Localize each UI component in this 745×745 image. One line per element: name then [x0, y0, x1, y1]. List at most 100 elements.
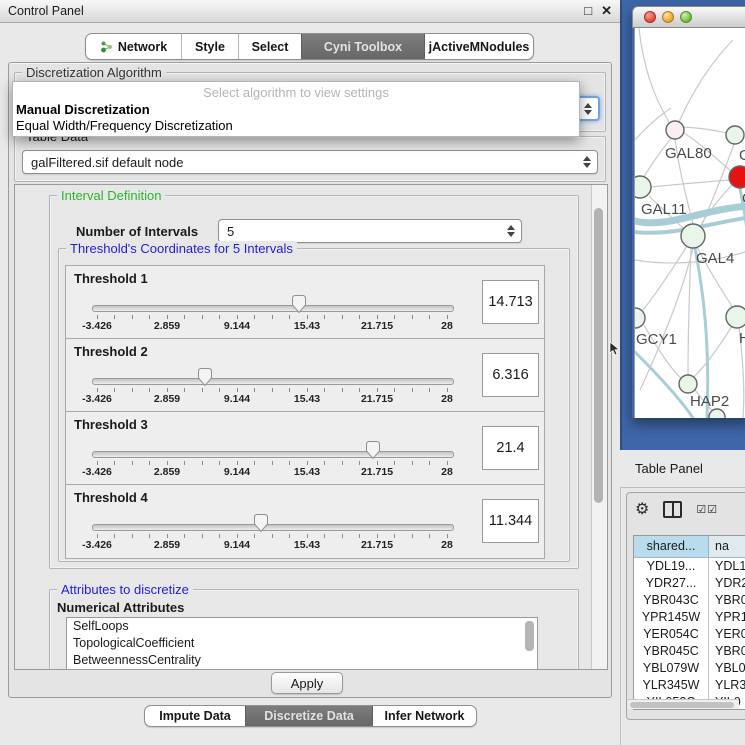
threshold-value-field[interactable]: 6.316: [482, 353, 539, 397]
network-node[interactable]: [679, 375, 697, 393]
table-row[interactable]: YER054CYER0: [634, 626, 745, 643]
apply-button[interactable]: Apply: [271, 672, 343, 694]
slider-tick: [114, 534, 115, 538]
table-row[interactable]: YBL079WYBL0: [634, 660, 745, 677]
close-icon[interactable]: ✕: [601, 0, 612, 22]
slider-tick: [289, 461, 290, 465]
slider-tick: [132, 388, 133, 392]
slider-tick: [254, 388, 255, 392]
table-row[interactable]: YLR345WYLR3: [634, 677, 745, 694]
attribute-list-item[interactable]: SelfLoops: [67, 618, 537, 635]
network-node[interactable]: [635, 308, 645, 328]
network-node[interactable]: [681, 224, 705, 248]
tab-label: Discretize Data: [264, 709, 354, 723]
numerical-attributes-heading: Numerical Attributes: [57, 600, 184, 615]
cell-name: YER0: [709, 626, 745, 643]
threshold-value-field[interactable]: 14.713: [482, 280, 539, 324]
tab-discretize-data[interactable]: Discretize Data: [245, 706, 372, 726]
slider-tick: [97, 315, 98, 319]
tab-network[interactable]: Network: [86, 34, 181, 59]
column-header-name[interactable]: na: [709, 536, 745, 557]
slider-tick: [447, 315, 448, 319]
tab-impute-data[interactable]: Impute Data: [145, 706, 245, 726]
slider-tick-label: -3.426: [82, 466, 112, 478]
table-hscrollbar[interactable]: [628, 699, 739, 709]
gear-icon[interactable]: ⚙: [635, 502, 649, 518]
select-columns-icon[interactable]: ☑☑: [696, 503, 718, 516]
slider-tick: [412, 315, 413, 319]
slider-track[interactable]: [92, 451, 454, 458]
minimize-traffic-light-icon[interactable]: [662, 11, 674, 23]
threshold-value-field[interactable]: 21.4: [482, 426, 539, 470]
columns-icon[interactable]: [663, 501, 682, 518]
attribute-list-item[interactable]: TopologicalCoefficient: [67, 635, 537, 652]
node-attribute-table: shared...naYDL19...YDL1YDR27...YDR2YBR04…: [633, 535, 745, 710]
table-row[interactable]: YDL19...YDL1: [634, 558, 745, 575]
slider-track[interactable]: [92, 305, 454, 312]
settings-scrollbar-thumb[interactable]: [594, 208, 603, 503]
table-row[interactable]: YBR045CYBR0: [634, 643, 745, 660]
slider-track[interactable]: [92, 378, 454, 385]
slider-tick: [219, 534, 220, 538]
slider-tick-label: -3.426: [82, 393, 112, 405]
cell-shared-name: YBL079W: [634, 660, 709, 677]
slider-tick: [149, 315, 150, 319]
slider-tick-label: 15.43: [294, 320, 320, 332]
zoom-traffic-light-icon[interactable]: [680, 11, 692, 23]
slider-tick: [394, 461, 395, 465]
tab-label: Impute Data: [159, 709, 231, 723]
slider-tick: [342, 388, 343, 392]
slider-track[interactable]: [92, 524, 454, 531]
cell-shared-name: YBR045C: [634, 643, 709, 660]
slider-thumb[interactable]: [291, 294, 307, 314]
list-scrollbar-thumb[interactable]: [525, 621, 534, 651]
attribute-list-item[interactable]: BetweennessCentrality: [67, 652, 537, 669]
network-node[interactable]: [666, 121, 684, 139]
attributes-group: Attributes to discretize Numerical Attri…: [49, 589, 579, 670]
tab-jactivemnodules[interactable]: jActiveMNodules: [424, 34, 533, 59]
slider-tick: [114, 315, 115, 319]
table-row[interactable]: YBR043CYBR0: [634, 592, 745, 609]
slider-tick: [359, 315, 360, 319]
column-header-shared-name[interactable]: shared...: [634, 536, 709, 557]
close-traffic-light-icon[interactable]: [644, 11, 656, 23]
float-window-icon[interactable]: □: [584, 0, 592, 22]
slider-thumb[interactable]: [365, 440, 381, 460]
network-node[interactable]: [709, 409, 725, 418]
tab-select[interactable]: Select: [238, 34, 301, 59]
algorithm-option-equal-width[interactable]: Equal Width/Frequency Discretization: [16, 118, 233, 133]
mouse-cursor: [609, 341, 621, 357]
network-node[interactable]: [635, 176, 651, 198]
slider-tick: [429, 534, 430, 538]
cell-name: YBR0: [709, 643, 745, 660]
network-canvas[interactable]: GAL80GACGAL11GAL4GCY1HHAP2: [634, 28, 745, 418]
algorithm-option-manual[interactable]: Manual Discretization: [16, 102, 150, 117]
tab-label: Select: [252, 40, 289, 54]
network-node[interactable]: [726, 126, 744, 144]
table-hscrollbar-thumb[interactable]: [630, 702, 734, 708]
table-row[interactable]: YDR27...YDR2: [634, 575, 745, 592]
threshold-value-field[interactable]: 11.344: [482, 499, 539, 543]
num-intervals-combobox[interactable]: 5: [218, 219, 522, 243]
network-node[interactable]: [726, 306, 745, 328]
tab-cyni-toolbox[interactable]: Cyni Toolbox: [301, 34, 424, 59]
tab-infer-network[interactable]: Infer Network: [372, 706, 476, 726]
slider-tick-label: 15.43: [294, 539, 320, 551]
threshold-3-box: Threshold 3-3.4262.8599.14415.4321.71528…: [65, 411, 545, 486]
slider-tick: [184, 315, 185, 319]
slider-tick-label: -3.426: [82, 539, 112, 551]
threshold-label: Threshold 3: [74, 417, 148, 432]
threshold-4-box: Threshold 4-3.4262.8599.14415.4321.71528…: [65, 484, 545, 559]
slider-tick: [184, 461, 185, 465]
tab-label: Style: [195, 40, 225, 54]
tab-style[interactable]: Style: [181, 34, 238, 59]
table-data-combobox[interactable]: galFiltered.sif default node: [22, 150, 598, 174]
slider-thumb[interactable]: [197, 367, 213, 387]
network-node[interactable]: [729, 166, 745, 188]
table-row[interactable]: YPR145WYPR1: [634, 609, 745, 626]
cell-name: YBL0: [709, 660, 745, 677]
settings-scrollbar[interactable]: [591, 185, 607, 669]
slider-thumb[interactable]: [253, 513, 269, 533]
slider-tick: [97, 388, 98, 392]
slider-tick-label: 2.859: [154, 320, 180, 332]
